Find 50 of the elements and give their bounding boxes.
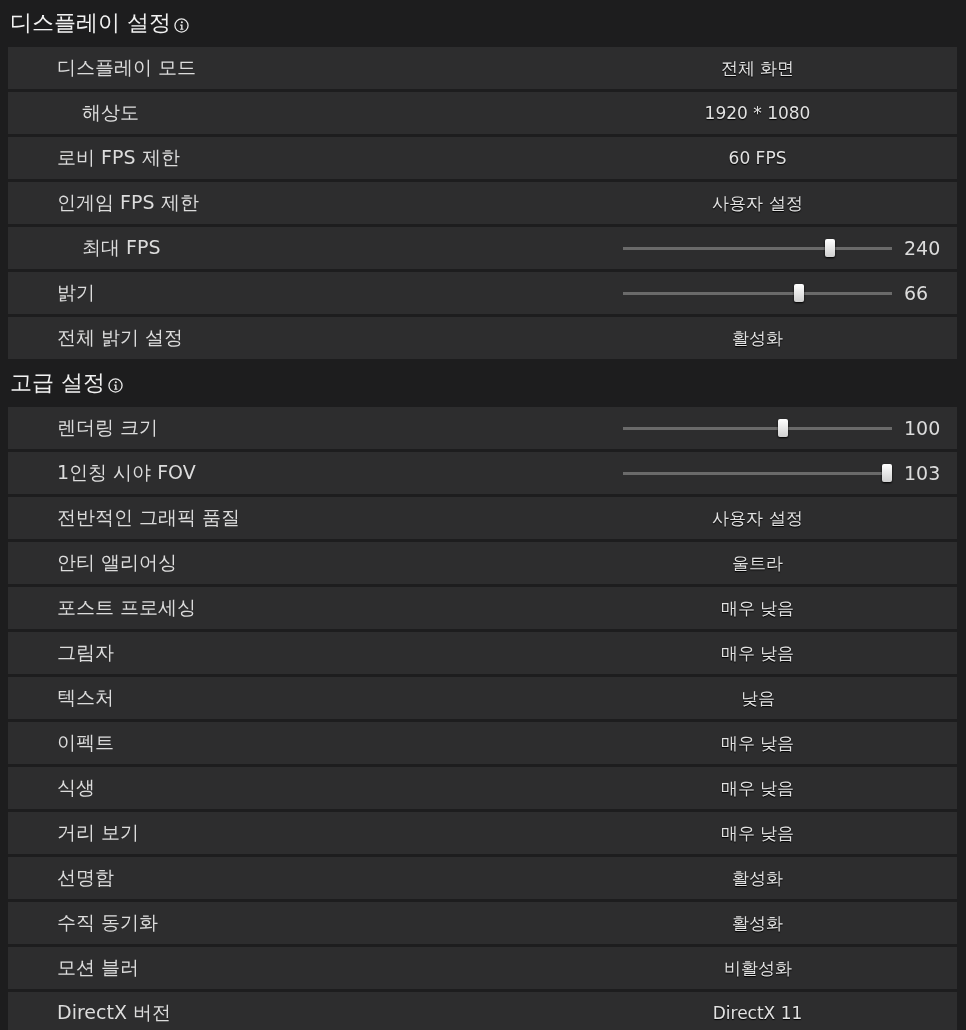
slider-value: 240 (904, 237, 941, 259)
setting-label: 인게임 FPS 제한 (56, 190, 200, 215)
setting-value[interactable]: 비활성화 (723, 956, 792, 980)
setting-value[interactable]: 매우 낮음 (720, 821, 795, 845)
info-icon[interactable] (108, 377, 123, 393)
setting-value[interactable]: 울트라 (732, 551, 783, 575)
slider-value: 103 (904, 462, 941, 484)
setting-label: 로비 FPS 제한 (56, 145, 181, 170)
setting-value[interactable]: 전체 화면 (720, 56, 795, 80)
setting-label: 디스플레이 모드 (56, 55, 198, 80)
setting-label: 최대 FPS (81, 235, 162, 260)
info-icon[interactable] (174, 17, 189, 33)
setting-value[interactable]: 60 FPS (728, 148, 787, 168)
section-title: 고급 설정 (10, 370, 105, 397)
slider-value: 66 (904, 282, 929, 304)
setting-label: 전체 밝기 설정 (56, 325, 185, 350)
setting-label: 이펙트 (56, 730, 115, 755)
setting-label: 안티 앨리어싱 (56, 550, 179, 575)
setting-label: DirectX 버전 (56, 1000, 172, 1025)
setting-label: 텍스처 (56, 685, 115, 710)
setting-label: 밝기 (56, 280, 96, 305)
setting-value[interactable]: 1920 * 1080 (704, 103, 811, 123)
setting-label: 전반적인 그래픽 품질 (56, 505, 242, 530)
setting-value[interactable]: 매우 낮음 (720, 596, 795, 620)
slider-thumb[interactable] (882, 464, 892, 482)
setting-label: 렌더링 크기 (56, 415, 160, 440)
setting-label: 그림자 (56, 640, 115, 665)
slider-thumb[interactable] (793, 284, 804, 302)
setting-label: 해상도 (81, 100, 140, 125)
setting-value[interactable]: 활성화 (732, 866, 783, 890)
setting-label: 거리 보기 (56, 820, 141, 845)
setting-value[interactable]: 사용자 설정 (712, 191, 803, 215)
setting-label: 식생 (56, 775, 96, 800)
setting-value[interactable]: 사용자 설정 (712, 506, 803, 530)
setting-label: 선명함 (56, 865, 115, 890)
setting-value[interactable]: 낮음 (740, 686, 775, 710)
slider-thumb[interactable] (778, 419, 789, 437)
section-title: 디스플레이 설정 (10, 10, 171, 37)
setting-label: 모션 블러 (56, 955, 141, 980)
setting-value[interactable]: 매우 낮음 (720, 776, 795, 800)
setting-label: 1인칭 시야 FOV (56, 460, 197, 485)
setting-value[interactable]: 활성화 (732, 911, 783, 935)
setting-value[interactable]: 매우 낮음 (720, 731, 795, 755)
setting-label: 수직 동기화 (56, 910, 160, 935)
setting-value[interactable]: 활성화 (732, 326, 783, 350)
setting-value[interactable]: 매우 낮음 (720, 641, 795, 665)
setting-label: 포스트 프로세싱 (56, 595, 198, 620)
slider-thumb[interactable] (825, 239, 835, 257)
setting-value[interactable]: DirectX 11 (712, 1003, 803, 1023)
slider-value: 100 (904, 417, 941, 439)
